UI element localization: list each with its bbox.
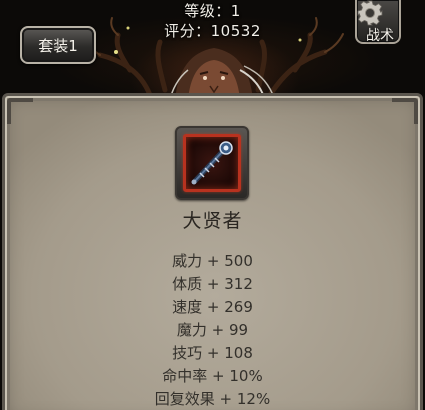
- panel-corner-left: [7, 98, 33, 124]
- character-scene: 等级：1 评分：10532 套装1 战术: [0, 0, 425, 100]
- panel-corner-right: [392, 98, 418, 124]
- tactics-button[interactable]: 战术: [355, 0, 401, 44]
- stat-skill: 技巧 + 108: [172, 344, 253, 362]
- stat-magic: 魔力 + 99: [176, 321, 249, 339]
- item-icon-frame: [183, 134, 241, 192]
- stat-recovery: 回复效果 + 12%: [154, 390, 271, 408]
- suit-button[interactable]: 套装1: [20, 26, 96, 64]
- stat-hit-rate: 命中率 + 10%: [162, 367, 263, 385]
- stat-power: 威力 + 500: [172, 252, 253, 270]
- item-name: 大贤者: [182, 210, 243, 232]
- equipment-screen: 等级：1 评分：10532 套装1 战术 大贤者 威力 + 500 体质 + 3…: [0, 0, 425, 410]
- stats-list: 威力 + 500 体质 + 312 速度 + 269 魔力 + 99 技巧 + …: [0, 250, 425, 410]
- stat-speed: 速度 + 269: [172, 298, 253, 316]
- staff-icon: [191, 141, 233, 185]
- tactics-label: 战术: [366, 28, 394, 44]
- item-slot[interactable]: [175, 126, 249, 200]
- stat-constitution: 体质 + 312: [172, 275, 253, 293]
- gear-icon: [357, 0, 383, 26]
